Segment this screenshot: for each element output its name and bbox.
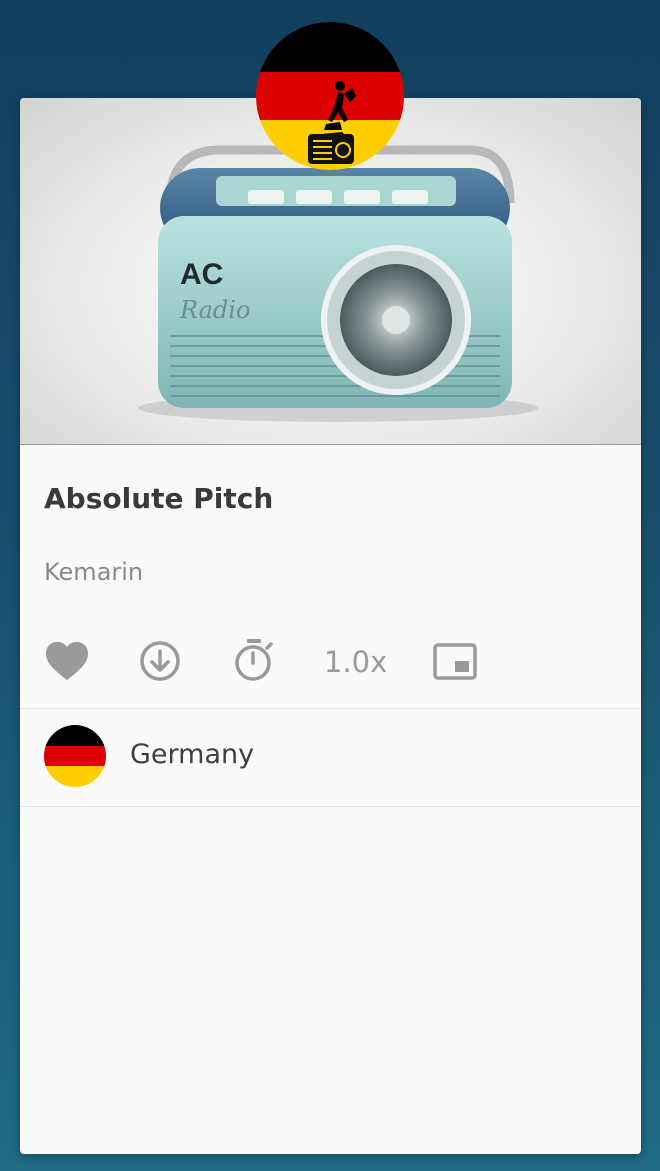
- download-circle-icon: [140, 641, 180, 681]
- divider: [20, 806, 641, 807]
- station-logo: [256, 22, 404, 170]
- download-button[interactable]: [138, 639, 182, 683]
- station-subtitle: Kemarin: [44, 558, 144, 586]
- artwork-logo-text: AC: [180, 258, 223, 291]
- country-name: Germany: [130, 739, 255, 770]
- stopwatch-icon: [235, 639, 273, 681]
- artwork-logo-script: Radio: [179, 296, 250, 324]
- picture-in-picture-icon: [433, 643, 477, 680]
- station-title: Absolute Pitch: [44, 482, 274, 515]
- pip-button[interactable]: [433, 642, 477, 682]
- sleep-timer-button[interactable]: [232, 636, 276, 684]
- radio-icon: [308, 134, 354, 164]
- country-row[interactable]: Germany: [20, 709, 641, 806]
- favorite-button[interactable]: [44, 640, 90, 682]
- germany-flag-icon: [44, 725, 106, 787]
- playback-speed-button[interactable]: 1.0x: [324, 642, 394, 682]
- heart-icon: [46, 641, 88, 681]
- station-card: AC Radio Absolute Pitch Kemarin 1.0x Ger…: [20, 98, 641, 1154]
